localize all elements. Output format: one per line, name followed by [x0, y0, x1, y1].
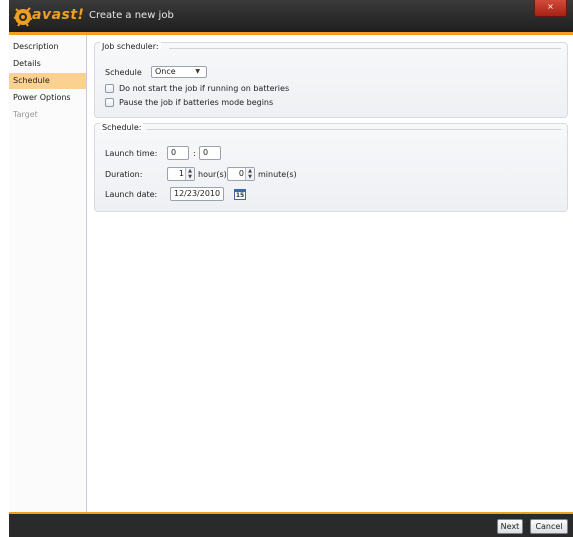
duration-minutes-value: 0	[238, 169, 244, 178]
calendar-day: 15	[235, 192, 245, 199]
calendar-icon[interactable]: 15	[234, 189, 246, 200]
logo-text: avast!	[32, 7, 85, 23]
title-bar: avast! Create a new job ×	[9, 0, 573, 32]
sidebar-item-label: Schedule	[13, 76, 50, 85]
minutes-unit-label: minute(s)	[258, 170, 297, 179]
schedule-select-value: Once	[155, 67, 176, 76]
launch-hour-input[interactable]: 0	[167, 146, 189, 160]
stepper-buttons[interactable]: ▲ ▼	[185, 168, 194, 180]
no-battery-start-checkbox[interactable]	[105, 84, 114, 93]
sidebar-item-power-options[interactable]: Power Options	[9, 90, 86, 106]
sidebar-item-description[interactable]: Description	[9, 39, 86, 55]
stepper-buttons[interactable]: ▲ ▼	[245, 168, 254, 180]
schedule-group: Schedule: Launch time: 0 : 0 Duration: 1…	[94, 123, 568, 212]
launch-date-input[interactable]: 12/23/2010	[170, 187, 224, 201]
sidebar-item-label: Details	[13, 59, 41, 68]
no-battery-start-label: Do not start the job if running on batte…	[119, 84, 290, 93]
next-button-label: Next	[500, 522, 520, 531]
duration-hours-value: 1	[178, 169, 184, 178]
launch-time-label: Launch time:	[105, 149, 158, 158]
pause-on-battery-checkbox[interactable]	[105, 98, 114, 107]
create-job-window: avast! Create a new job × Description De…	[9, 0, 573, 537]
chevron-down-icon: ▼	[195, 68, 200, 75]
launch-date-value: 12/23/2010	[174, 189, 221, 198]
schedule-select[interactable]: Once ▼	[151, 66, 207, 78]
bottom-bar: Next Cancel	[9, 512, 573, 537]
launch-date-label: Launch date:	[105, 190, 158, 199]
close-icon: ×	[547, 2, 554, 11]
group-border-line	[169, 48, 561, 49]
next-button[interactable]: Next	[497, 519, 523, 534]
cancel-button[interactable]: Cancel	[530, 519, 568, 534]
duration-label: Duration:	[105, 170, 143, 179]
launch-minute-value: 0	[203, 148, 209, 157]
time-separator: :	[193, 149, 196, 158]
sidebar-item-schedule[interactable]: Schedule	[9, 73, 86, 89]
sidebar-item-target: Target	[9, 107, 86, 123]
sidebar-item-details[interactable]: Details	[9, 56, 86, 72]
sidebar: Description Details Schedule Power Optio…	[9, 35, 87, 512]
content-area: Description Details Schedule Power Optio…	[9, 35, 573, 512]
window-title: Create a new job	[89, 10, 174, 21]
cancel-button-label: Cancel	[535, 522, 563, 531]
avast-logo: avast!	[12, 4, 85, 28]
job-scheduler-legend: Job scheduler:	[100, 42, 161, 51]
chevron-down-icon[interactable]: ▼	[186, 174, 194, 180]
schedule-label: Schedule	[105, 68, 142, 77]
job-scheduler-group: Job scheduler: Schedule Once ▼ Do not st…	[94, 42, 568, 118]
chevron-down-icon[interactable]: ▼	[246, 174, 254, 180]
duration-minutes-stepper[interactable]: 0 ▲ ▼	[227, 167, 255, 181]
hours-unit-label: hour(s)	[198, 170, 227, 179]
sidebar-item-label: Power Options	[13, 93, 71, 102]
launch-minute-input[interactable]: 0	[199, 146, 221, 160]
avast-logo-icon	[13, 7, 33, 27]
pause-on-battery-label: Pause the job if batteries mode begins	[119, 98, 274, 107]
sidebar-item-label: Description	[13, 42, 59, 51]
schedule-legend: Schedule:	[100, 123, 144, 132]
group-border-line	[147, 129, 561, 130]
launch-hour-value: 0	[171, 148, 177, 157]
sidebar-item-label: Target	[13, 110, 38, 119]
duration-hours-stepper[interactable]: 1 ▲ ▼	[167, 167, 195, 181]
close-button[interactable]: ×	[534, 0, 567, 17]
